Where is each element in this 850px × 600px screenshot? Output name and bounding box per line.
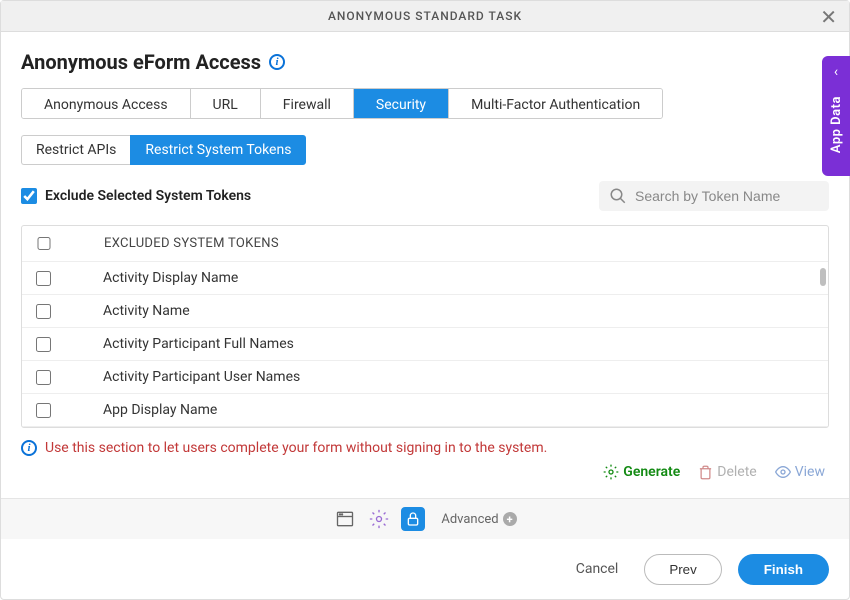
table-header-label: EXCLUDED SYSTEM TOKENS	[104, 236, 279, 251]
side-tab-label: App Data	[829, 96, 844, 153]
side-tab-app-data[interactable]: ‹ App Data	[822, 56, 850, 176]
generate-label: Generate	[623, 464, 680, 480]
plus-icon: +	[503, 512, 517, 526]
settings-icon[interactable]	[367, 507, 391, 531]
table-row: Activity Participant User Names	[22, 361, 828, 394]
table-body[interactable]: Activity Display Name Activity Name Acti…	[22, 262, 828, 427]
row-checkbox[interactable]	[36, 271, 51, 286]
search-icon	[609, 187, 627, 205]
footer: Cancel Prev Finish	[1, 539, 849, 599]
table-row: Activity Participant Full Names	[22, 328, 828, 361]
hint-row: i Use this section to let users complete…	[21, 440, 829, 456]
info-icon[interactable]: i	[269, 54, 285, 70]
delete-button[interactable]: Delete	[698, 464, 756, 480]
table-header: EXCLUDED SYSTEM TOKENS	[22, 226, 828, 262]
row-checkbox[interactable]	[36, 403, 51, 418]
controls-row: Exclude Selected System Tokens	[21, 181, 829, 211]
gear-icon	[603, 464, 619, 480]
exclude-checkbox-group: Exclude Selected System Tokens	[21, 188, 251, 204]
hint-text: Use this section to let users complete y…	[45, 440, 547, 456]
generate-button[interactable]: Generate	[603, 464, 680, 480]
table-row: App Display Name	[22, 394, 828, 427]
tab-anonymous-access[interactable]: Anonymous Access	[22, 89, 191, 118]
tab-url[interactable]: URL	[191, 89, 261, 118]
subtab-restrict-apis[interactable]: Restrict APIs	[21, 135, 130, 165]
select-all-checkbox[interactable]	[36, 237, 52, 250]
lock-icon[interactable]	[401, 507, 425, 531]
page-title: Anonymous eForm Access	[21, 50, 261, 74]
dialog: ANONYMOUS STANDARD TASK ✕ Anonymous eFor…	[0, 0, 850, 600]
table-row: Activity Display Name	[22, 262, 828, 295]
cancel-button[interactable]: Cancel	[566, 553, 629, 585]
view-button[interactable]: View	[775, 464, 825, 480]
main-tabs: Anonymous Access URL Firewall Security M…	[21, 88, 663, 119]
eye-icon	[775, 464, 791, 480]
delete-label: Delete	[717, 464, 756, 480]
subtab-restrict-system-tokens[interactable]: Restrict System Tokens	[130, 135, 306, 165]
advanced-toggle[interactable]: Advanced +	[441, 512, 516, 527]
row-label: Activity Display Name	[103, 270, 238, 286]
search-box	[599, 181, 829, 211]
tab-firewall[interactable]: Firewall	[261, 89, 354, 118]
row-label: Activity Participant User Names	[103, 369, 300, 385]
row-checkbox[interactable]	[36, 304, 51, 319]
row-label: Activity Participant Full Names	[103, 336, 294, 352]
sub-tabs: Restrict APIs Restrict System Tokens	[21, 135, 829, 165]
actions-row: Generate Delete View	[21, 464, 829, 480]
tab-mfa[interactable]: Multi-Factor Authentication	[449, 89, 662, 118]
advanced-label: Advanced	[441, 512, 498, 527]
trash-icon	[698, 465, 713, 480]
prev-button[interactable]: Prev	[644, 554, 721, 585]
scrollbar-thumb[interactable]	[820, 268, 826, 286]
exclude-checkbox[interactable]	[21, 188, 37, 204]
row-checkbox[interactable]	[36, 337, 51, 352]
finish-button[interactable]: Finish	[738, 554, 829, 585]
toolbar-strip: Advanced +	[1, 498, 849, 539]
row-label: App Display Name	[103, 402, 217, 418]
row-checkbox[interactable]	[36, 370, 51, 385]
close-icon[interactable]: ✕	[820, 7, 837, 27]
exclude-label: Exclude Selected System Tokens	[45, 188, 251, 204]
chevron-left-icon: ‹	[834, 64, 838, 80]
tab-security[interactable]: Security	[354, 89, 449, 118]
info-icon: i	[21, 440, 37, 456]
row-label: Activity Name	[103, 303, 190, 319]
page-title-row: Anonymous eForm Access i	[21, 50, 829, 74]
content: Anonymous eForm Access i Anonymous Acces…	[1, 32, 849, 480]
table-row: Activity Name	[22, 295, 828, 328]
view-label: View	[795, 464, 825, 480]
tokens-table: EXCLUDED SYSTEM TOKENS Activity Display …	[21, 225, 829, 428]
search-input[interactable]	[635, 188, 819, 204]
titlebar: ANONYMOUS STANDARD TASK ✕	[1, 1, 849, 32]
window-icon[interactable]	[333, 507, 357, 531]
titlebar-text: ANONYMOUS STANDARD TASK	[328, 9, 522, 23]
